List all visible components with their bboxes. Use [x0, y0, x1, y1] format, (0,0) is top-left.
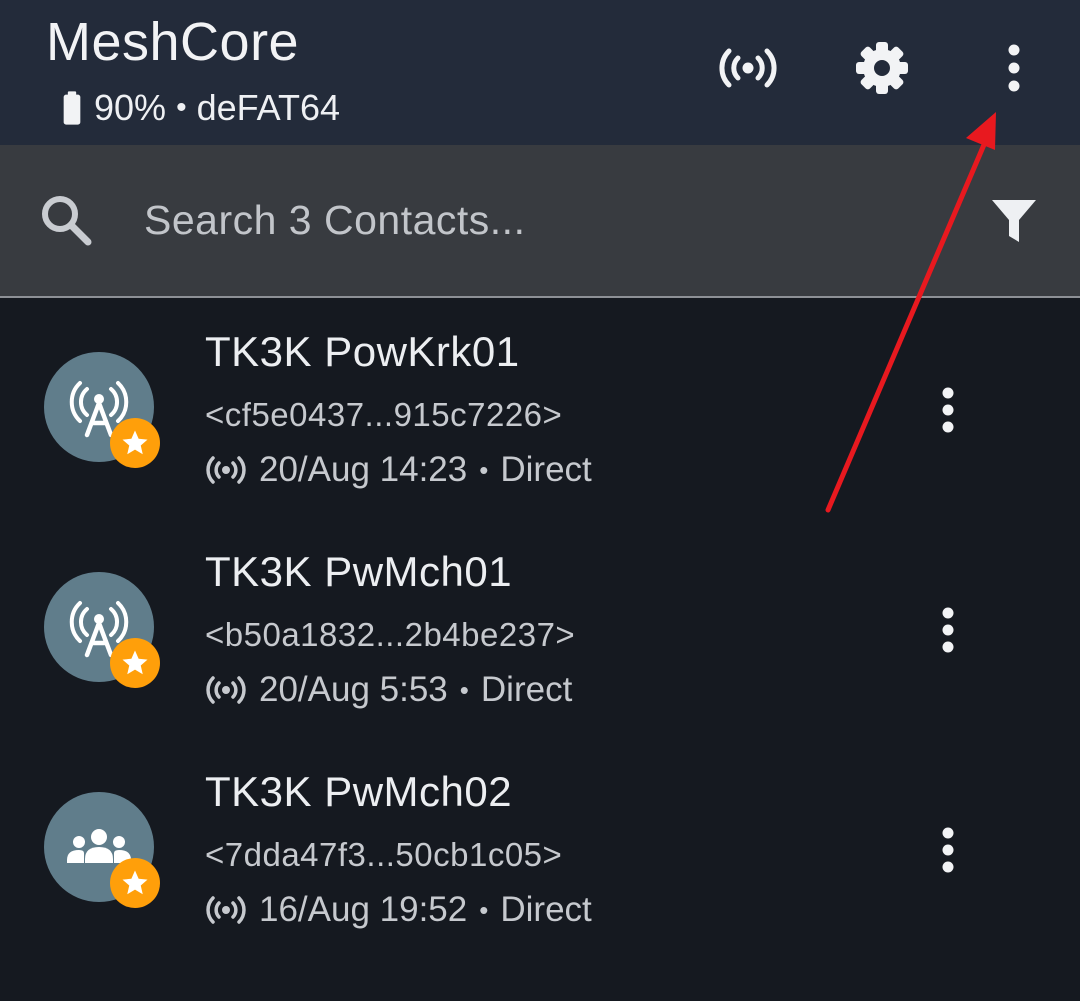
signal-icon [206, 896, 246, 924]
contact-key: <7dda47f3...50cb1c05> [205, 836, 563, 873]
favorite-badge [110, 858, 160, 908]
meta-separator: • [479, 454, 489, 485]
battery-percent: 90% [94, 87, 167, 128]
last-heard: 16/Aug 19:52 [259, 890, 468, 929]
meta-separator: • [459, 674, 469, 705]
favorite-badge [110, 418, 160, 468]
app-title: MeshCore [46, 12, 300, 72]
contact-item[interactable]: TK3K PwMch01 <b50a1832...2b4be237> 20/Au… [0, 520, 1080, 740]
contact-menu-button[interactable] [918, 380, 978, 440]
gear-icon [856, 42, 908, 94]
contact-name: TK3K PwMch02 [205, 768, 513, 815]
radio-signal-icon [719, 48, 777, 88]
more-vert-icon [942, 387, 954, 433]
status-separator: • [176, 91, 187, 124]
contact-key: <b50a1832...2b4be237> [205, 616, 576, 653]
radio-button[interactable] [716, 36, 780, 100]
star-icon [122, 430, 148, 455]
more-vert-icon [1008, 44, 1020, 92]
app-bar: MeshCore 90% • deFAT64 [0, 0, 1080, 145]
route-type: Direct [500, 890, 592, 929]
filter-icon [992, 200, 1036, 242]
meta-separator: • [479, 894, 489, 925]
contact-meta: 20/Aug 14:23 • Direct [205, 450, 592, 490]
star-icon [122, 870, 148, 895]
device-status: 90% • deFAT64 [52, 86, 340, 130]
contact-menu-button[interactable] [918, 600, 978, 660]
search-input[interactable] [144, 190, 884, 250]
contact-meta: 20/Aug 5:53 • Direct [205, 670, 572, 710]
route-type: Direct [480, 670, 573, 709]
more-vert-icon [942, 827, 954, 873]
signal-icon [206, 676, 246, 704]
contact-name: TK3K PwMch01 [205, 548, 513, 595]
contact-item[interactable]: TK3K PowKrk01 <cf5e0437...915c7226> 20/A… [0, 300, 1080, 520]
search-button[interactable] [36, 190, 96, 250]
route-type: Direct [500, 450, 592, 489]
contact-meta: 16/Aug 19:52 • Direct [205, 890, 592, 930]
overflow-menu-button[interactable] [982, 36, 1046, 100]
favorite-badge [110, 638, 160, 688]
battery-icon [63, 91, 81, 125]
device-name: deFAT64 [196, 87, 340, 128]
star-icon [122, 650, 148, 675]
settings-button[interactable] [850, 36, 914, 100]
signal-icon [206, 456, 246, 484]
filter-button[interactable] [984, 190, 1044, 250]
last-heard: 20/Aug 14:23 [259, 450, 468, 489]
contact-menu-button[interactable] [918, 820, 978, 880]
contact-key: <cf5e0437...915c7226> [205, 396, 563, 433]
contact-item[interactable]: TK3K PwMch02 <7dda47f3...50cb1c05> 16/Au… [0, 740, 1080, 960]
search-icon [42, 196, 92, 246]
more-vert-icon [942, 607, 954, 653]
contact-name: TK3K PowKrk01 [205, 328, 520, 375]
last-heard: 20/Aug 5:53 [259, 670, 448, 709]
